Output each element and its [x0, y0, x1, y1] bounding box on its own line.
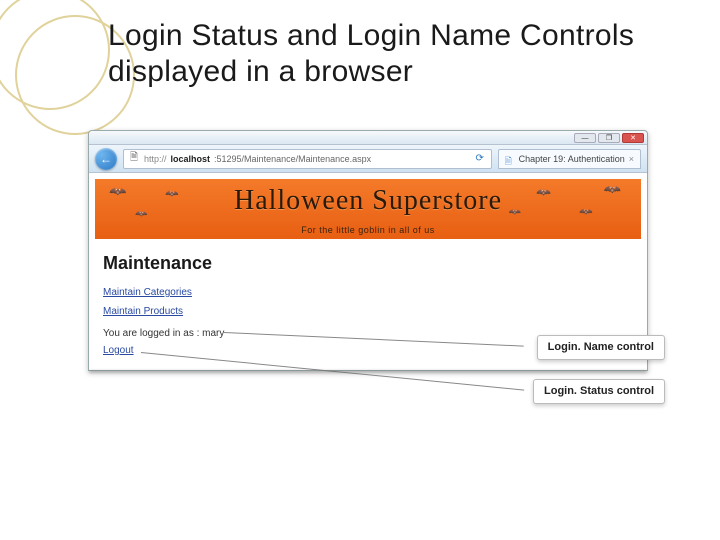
window-maximize-button[interactable]: ❐: [598, 133, 620, 143]
tab-close-icon[interactable]: ×: [629, 154, 634, 164]
login-name-user: mary: [202, 328, 224, 339]
banner-subtitle: For the little goblin in all of us: [95, 225, 641, 235]
url-input[interactable]: [214, 154, 469, 164]
url-scheme: http://: [144, 154, 167, 164]
window-minimize-button[interactable]: —: [574, 133, 596, 143]
tab-label: Chapter 19: Authentication: [519, 154, 625, 164]
link-maintain-categories[interactable]: Maintain Categories: [103, 287, 192, 298]
browser-tab[interactable]: 🗎 Chapter 19: Authentication ×: [498, 149, 641, 169]
refresh-icon[interactable]: ⟳: [473, 152, 487, 166]
callout-login-status: Login. Status control: [533, 379, 665, 404]
login-name-prefix: You are logged in as :: [103, 328, 202, 339]
callout-login-name: Login. Name control: [537, 335, 665, 360]
slide-title: Login Status and Login Name Controls dis…: [108, 18, 720, 90]
back-button[interactable]: ←: [95, 148, 117, 170]
shadow: [89, 370, 647, 373]
tab-page-icon: 🗎: [505, 154, 515, 164]
back-arrow-icon: ←: [100, 152, 112, 166]
window-close-button[interactable]: ✕: [622, 133, 644, 143]
window-titlebar: — ❐ ✕: [89, 131, 647, 145]
browser-nav-row: ← 🗎 http:// localhost ⟳ 🗎 Chapter 19: Au…: [89, 145, 647, 173]
banner-title: Halloween Superstore: [95, 185, 641, 217]
browser-screenshot: — ❐ ✕ ← 🗎 http:// localhost ⟳ 🗎 Chapter …: [88, 130, 648, 371]
page-heading: Maintenance: [103, 253, 633, 274]
address-bar[interactable]: 🗎 http:// localhost ⟳: [123, 149, 492, 169]
page-icon: 🗎: [128, 153, 140, 165]
site-banner: 🦇 🦇 🦇 🦇 🦇 🦇 🦇 Halloween Superstore For t…: [95, 179, 641, 239]
link-maintain-products[interactable]: Maintain Products: [103, 306, 183, 317]
login-status-control[interactable]: Logout: [103, 345, 134, 356]
browser-window: — ❐ ✕ ← 🗎 http:// localhost ⟳ 🗎 Chapter …: [88, 130, 648, 371]
tab-group: 🗎 Chapter 19: Authentication ×: [498, 149, 641, 169]
url-host: localhost: [171, 154, 211, 164]
